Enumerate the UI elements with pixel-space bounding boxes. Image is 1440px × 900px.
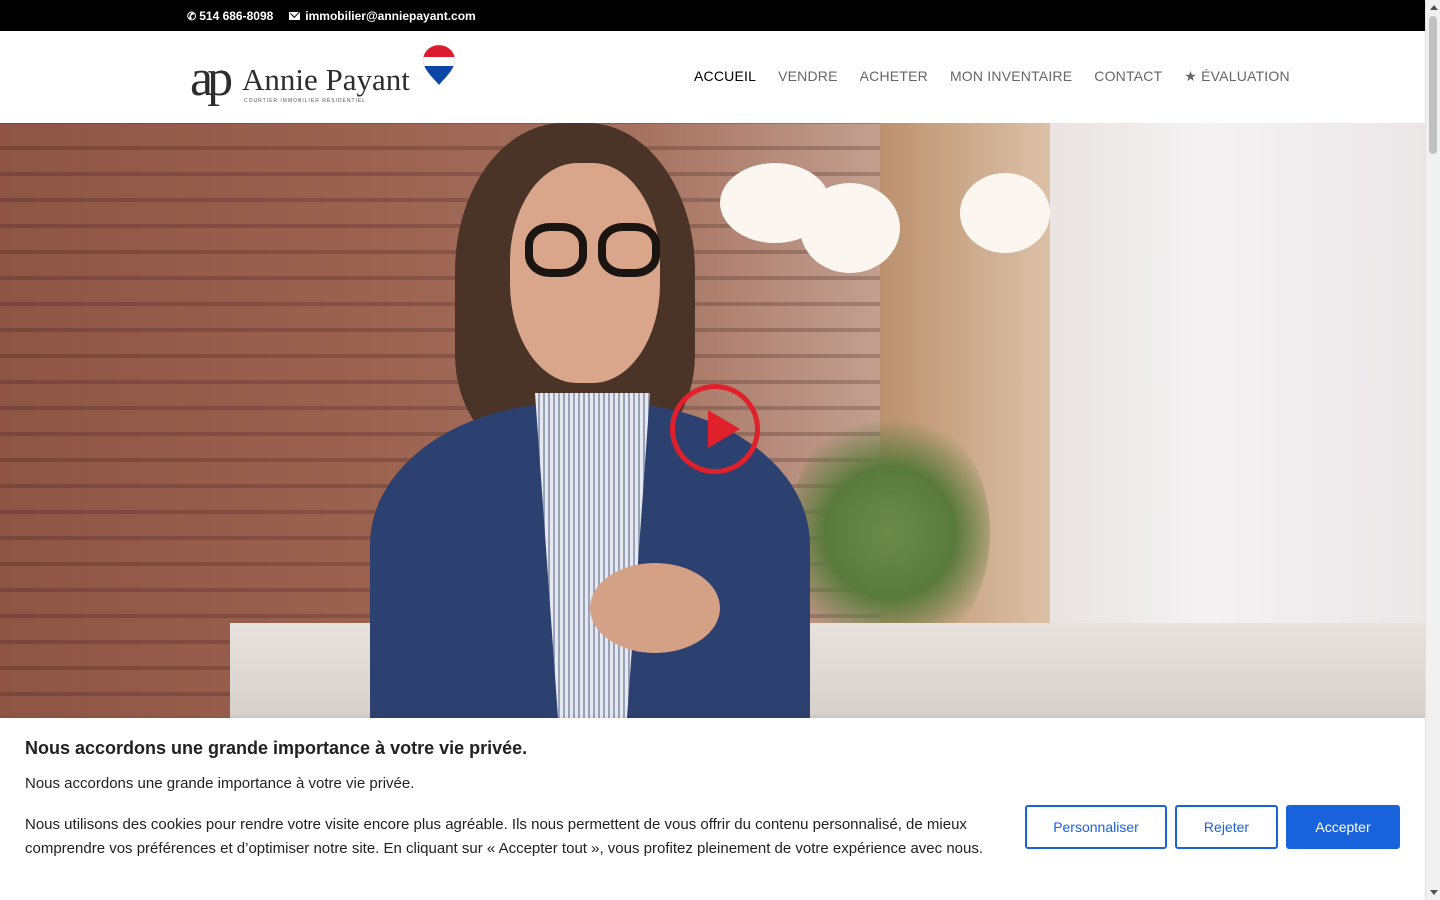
phone-icon: ✆ [187, 10, 197, 23]
nav-item-acheter[interactable]: ACHETER [860, 68, 928, 85]
presenter-glasses [525, 223, 587, 277]
play-icon[interactable] [670, 384, 760, 474]
email-link[interactable]: immobilier@anniepayant.com [289, 9, 476, 23]
top-contact-bar: ✆ 514 686-8098 immobilier@anniepayant.co… [0, 0, 1425, 31]
logo-tagline: COURTIER IMMOBILIER RÉSIDENTIEL [244, 98, 367, 104]
customize-button[interactable]: Personnaliser [1025, 805, 1167, 849]
nav-item-mon-inventaire[interactable]: MON INVENTAIRE [950, 68, 1072, 85]
presenter-glasses [598, 223, 660, 277]
scrollbar-thumb[interactable] [1429, 16, 1437, 154]
remax-balloon-icon [422, 44, 456, 86]
nav-item-vendre[interactable]: VENDRE [778, 68, 838, 85]
cookie-consent-banner: Nous accordons une grande importance à v… [0, 718, 1425, 900]
reject-button[interactable]: Rejeter [1175, 805, 1278, 849]
contact-info: ✆ 514 686-8098 immobilier@anniepayant.co… [187, 9, 492, 23]
hero-video[interactable] [0, 123, 1425, 718]
cookie-body: Nous utilisons des cookies pour rendre v… [25, 816, 984, 857]
logo-monogram: ap [190, 50, 233, 107]
phone-number: 514 686-8098 [199, 9, 274, 23]
envelope-icon [289, 12, 301, 20]
logo-name: Annie Payant [242, 62, 410, 97]
cookie-title: Nous accordons une grande importance à v… [25, 738, 528, 758]
nav-item-accueil[interactable]: ACCUEIL [694, 68, 756, 85]
main-nav: ACCUEIL VENDRE ACHETER MON INVENTAIRE CO… [694, 68, 1312, 85]
page-scrollbar[interactable] [1425, 0, 1440, 900]
pendant-lamp [960, 173, 1050, 253]
cookie-intro: Nous accordons une grande importance à v… [25, 775, 415, 792]
phone-link[interactable]: ✆ 514 686-8098 [187, 9, 273, 23]
site-logo[interactable]: ap Annie Payant COURTIER IMMOBILIER RÉSI… [190, 43, 460, 113]
pendant-lamp [800, 183, 900, 273]
nav-item-evaluation[interactable]: ★ ÉVALUATION [1184, 68, 1289, 85]
presenter-hands [590, 563, 720, 653]
scroll-down-icon[interactable] [1430, 890, 1438, 895]
nav-item-contact[interactable]: CONTACT [1094, 68, 1162, 85]
site-header: ap Annie Payant COURTIER IMMOBILIER RÉSI… [0, 31, 1425, 123]
email-address: immobilier@anniepayant.com [305, 9, 476, 23]
accept-button[interactable]: Accepter [1286, 805, 1400, 849]
scroll-up-icon[interactable] [1430, 5, 1438, 10]
